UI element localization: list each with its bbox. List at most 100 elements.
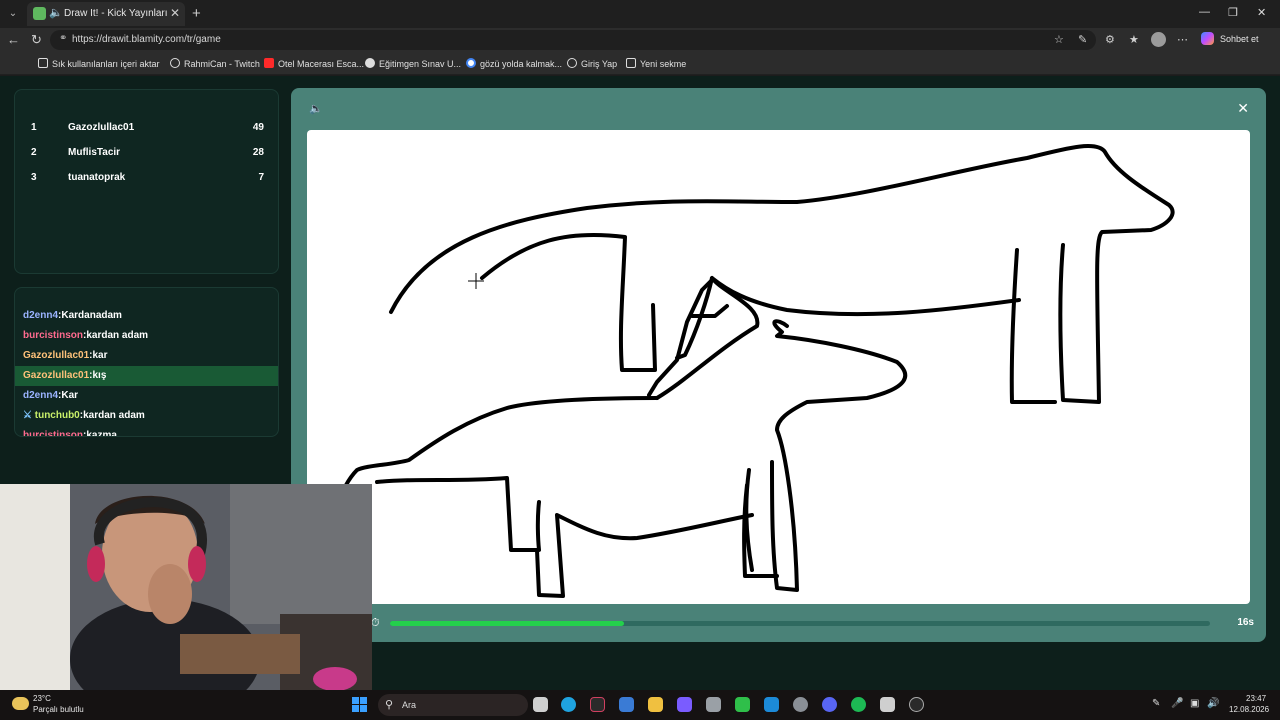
youtube-icon (264, 58, 274, 68)
chat-username: burcistinson (23, 330, 84, 341)
bookmark-giris-yap[interactable]: Giriş Yap (567, 58, 617, 69)
bookmark-yeni-sekme[interactable]: Yeni sekme (626, 58, 686, 69)
minimize-icon[interactable]: — (1199, 6, 1210, 18)
favorites-icon[interactable]: ★ (1129, 33, 1139, 46)
clock-time[interactable]: 23:47 (1246, 694, 1266, 703)
bookmark-egitimgen[interactable]: Eğitimgen Sınav U... (365, 58, 461, 69)
windows-taskbar: 23°C Parçalı bulutlu ⚲ Ara ✎ 🎤 ▣ 🔊 23:47… (0, 690, 1280, 720)
extensions-icon[interactable]: ✎ (1078, 33, 1087, 46)
pen-icon[interactable]: ✎ (1152, 698, 1160, 709)
copilot-chat-button[interactable]: Sohbet et (1220, 34, 1259, 44)
tab-title: Draw It! - Kick Yayınları İçin Ç (64, 8, 168, 19)
tab-actions-menu-icon[interactable]: ⌄ (5, 6, 21, 22)
task-view-icon[interactable] (533, 697, 548, 712)
search-icon: ⚲ (385, 699, 394, 711)
round-progress-fill (390, 621, 624, 626)
search-placeholder: Ara (402, 700, 417, 710)
taskbar-search[interactable]: ⚲ Ara (378, 694, 528, 716)
site-icon (365, 58, 375, 68)
tab-audio-icon[interactable]: 🔈 (49, 6, 63, 19)
chat-text: kazma (86, 430, 117, 437)
webcam-feed (0, 484, 372, 692)
chat-username: d2enn4 (23, 390, 59, 401)
profile-avatar[interactable] (1151, 32, 1166, 47)
chat-message: d2enn4:Kardanadam (23, 310, 122, 321)
site-favicon-icon (33, 7, 46, 20)
network-icon[interactable]: ▣ (1190, 698, 1199, 709)
bookmark-gozu-yolda[interactable]: gözü yolda kalmak... (466, 58, 562, 69)
back-icon[interactable]: ← (7, 32, 20, 47)
page-icon (626, 58, 636, 68)
chat-message: burcistinson:kardan adam (23, 330, 149, 341)
file-explorer-icon[interactable] (648, 697, 663, 712)
chat-message: ⚔ tunchub0:kardan adam (23, 410, 145, 421)
leaderboard-row: 2 MuflisTacir 28 (31, 147, 264, 158)
chat-text: kardan adam (86, 330, 149, 341)
copilot-app-icon[interactable] (677, 697, 692, 712)
bookmark-otel-macerasi[interactable]: Otel Macerası Esca... (264, 58, 364, 69)
vscode-icon[interactable] (764, 697, 779, 712)
leaderboard-row: 3 tuanatoprak 7 (31, 172, 264, 183)
sword-icon: ⚔ (23, 410, 32, 421)
chat-text: kış (92, 370, 107, 381)
microphone-icon[interactable]: 🎤 (1171, 698, 1183, 709)
store-icon[interactable] (619, 697, 634, 712)
snipping-tool-icon[interactable] (880, 697, 895, 712)
drawing-strokes (327, 144, 1175, 598)
bookmarks-bar: Sık kullanılanları içeri aktar RahmiCan … (0, 52, 1280, 75)
window-close-icon[interactable]: ✕ (1257, 6, 1266, 19)
active-tab[interactable]: 🔈 Draw It! - Kick Yayınları İçin Ç ✕ (27, 2, 185, 26)
volume-icon[interactable]: 🔊 (1207, 698, 1219, 709)
discord-icon[interactable] (822, 697, 837, 712)
chat-username: Gazozlullac01 (23, 370, 90, 381)
browser-essentials-icon[interactable]: ⚙ (1105, 33, 1115, 46)
weather-description[interactable]: Parçalı bulutlu (33, 705, 84, 714)
chat-text: Kardanadam (61, 310, 122, 321)
round-timer: 16s (1237, 617, 1254, 628)
obs-icon[interactable] (909, 697, 924, 712)
browser-tab-bar: ⌄ 🔈 Draw It! - Kick Yayınları İçin Ç ✕ +… (0, 0, 1280, 28)
chat-username: d2enn4 (23, 310, 59, 321)
chat-username: burcistinson (23, 430, 84, 437)
speaker-icon[interactable]: 🔈 (309, 102, 323, 115)
site-info-icon[interactable]: ⚭ (59, 33, 67, 44)
chat-message-highlighted: Gazozlullac01:kış (15, 366, 278, 386)
start-windows-icon[interactable] (352, 697, 367, 712)
bookmark-rahmican-twitch[interactable]: RahmiCan - Twitch (170, 58, 260, 69)
more-options-icon[interactable]: ⋯ (1177, 33, 1188, 46)
app-icon[interactable] (590, 697, 605, 712)
chat-text: Kar (61, 390, 79, 401)
copilot-icon[interactable] (1201, 32, 1214, 45)
favorite-star-icon[interactable]: ☆ (1054, 33, 1064, 46)
leaderboard-panel: 1 Gazozlullac01 49 2 MuflisTacir 28 3 tu… (14, 89, 279, 274)
gear-app-icon[interactable] (793, 697, 808, 712)
restore-icon[interactable]: ❐ (1228, 6, 1238, 19)
folder-icon (38, 58, 48, 68)
google-icon (466, 58, 476, 68)
chat-panel[interactable]: d2enn4:Kardanadam burcistinson:kardan ad… (14, 287, 279, 437)
round-progress-bar (390, 621, 1210, 626)
bookmark-import-favorites[interactable]: Sık kullanılanları içeri aktar (38, 58, 160, 69)
stopwatch-icon: ⏱ (371, 617, 380, 629)
weather-icon[interactable] (12, 697, 29, 710)
new-tab-button[interactable]: + (192, 5, 201, 22)
clock-date[interactable]: 12.08.2026 (1229, 705, 1269, 714)
xbox-icon[interactable] (735, 697, 750, 712)
globe-icon (170, 58, 180, 68)
game-panel: 🔈 ✕ ⏱ 16s (291, 88, 1266, 642)
close-icon[interactable]: ✕ (1237, 100, 1249, 117)
chat-message: d2enn4:Kar (23, 390, 79, 401)
globe-icon (567, 58, 577, 68)
drawing-canvas[interactable] (307, 130, 1250, 604)
spotify-icon[interactable] (851, 697, 866, 712)
reload-icon[interactable]: ↻ (31, 32, 42, 48)
tab-close-icon[interactable]: ✕ (170, 6, 180, 20)
edge-browser-icon[interactable] (561, 697, 576, 712)
address-toolbar: ← ↻ ⚭ https://drawit.blamity.com/tr/game… (0, 28, 1280, 52)
chat-message: burcistinson:kazma (15, 426, 278, 437)
settings-app-icon[interactable] (706, 697, 721, 712)
url-text: https://drawit.blamity.com/tr/game (72, 34, 221, 45)
weather-temperature[interactable]: 23°C (33, 694, 51, 703)
crosshair-cursor-icon (468, 273, 484, 289)
url-field[interactable]: ⚭ https://drawit.blamity.com/tr/game (50, 30, 1096, 50)
